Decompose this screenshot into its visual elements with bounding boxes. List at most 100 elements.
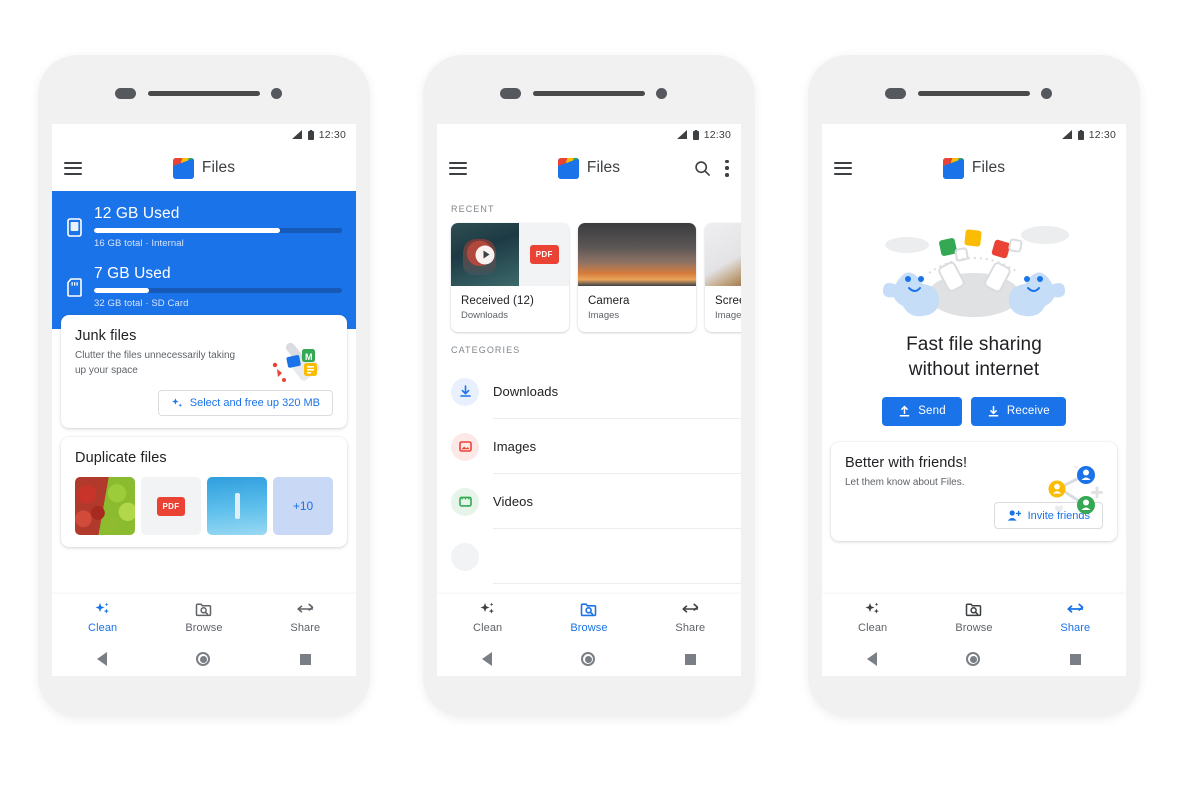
bottom-navigation-bar: Clean Browse Share: [437, 594, 741, 642]
back-triangle-icon[interactable]: [481, 652, 492, 666]
two-blobs-sharing-files-illustration: [883, 226, 1069, 317]
front-camera-icon: [656, 88, 667, 99]
app-title: Files: [586, 159, 621, 176]
signal-bars-icon: [676, 130, 687, 139]
play-icon: [475, 245, 495, 264]
recent-file-name: Camera: [588, 295, 630, 307]
front-camera-icon: [1041, 88, 1052, 99]
share-hero-buttons: Send Receive: [836, 396, 1112, 426]
status-bar: 12:30: [822, 124, 1126, 145]
duplicate-files-title: Duplicate files: [75, 450, 167, 466]
bottom-nav-item-clean[interactable]: Clean: [437, 594, 538, 642]
bottom-nav-label-browse: Browse: [570, 622, 608, 634]
share-hero-section: Fast file sharing without internet Send …: [822, 191, 1126, 426]
phone-2-top-bezel: [423, 55, 755, 124]
recents-square-icon[interactable]: [1070, 653, 1082, 665]
status-bar: 12:30: [52, 124, 356, 145]
select-and-free-up-button[interactable]: Select and free up 320 MB: [157, 390, 333, 416]
category-name: Videos: [493, 493, 534, 509]
category-row-downloads[interactable]: Downloads: [451, 364, 741, 419]
sunset-photo-thumb: [578, 223, 696, 286]
recent-file-card[interactable]: Screen Images: [705, 223, 741, 332]
pdf-badge: PDF: [529, 245, 559, 264]
categories-list: Downloads Images Videos: [437, 364, 741, 584]
category-name: Images: [493, 438, 537, 454]
duplicate-thumb-sky[interactable]: [207, 477, 267, 535]
recents-square-icon[interactable]: [685, 653, 697, 665]
front-camera-icon: [271, 88, 282, 99]
recent-file-card[interactable]: PDF Received (12) Downloads: [451, 223, 569, 332]
sparkle-icon: [479, 602, 496, 618]
files-app-logo-icon: [172, 157, 194, 179]
battery-icon: [692, 129, 699, 140]
more-vertical-icon[interactable]: [725, 159, 729, 177]
bottom-nav-label-share: Share: [1060, 622, 1091, 634]
status-bar-time: 12:30: [318, 128, 346, 141]
bottom-nav-item-clean[interactable]: Clean: [52, 594, 153, 642]
download-icon: [988, 405, 999, 417]
duplicate-thumb-pdf[interactable]: PDF: [141, 477, 201, 535]
home-circle-icon[interactable]: [581, 652, 596, 666]
hamburger-menu-icon[interactable]: [834, 161, 852, 175]
duplicate-thumb-apples[interactable]: [75, 477, 135, 535]
bottom-nav-label-share: Share: [290, 622, 321, 634]
speaker-grille: [918, 91, 1030, 96]
hamburger-menu-icon[interactable]: [64, 161, 82, 175]
category-row-videos[interactable]: Videos: [451, 474, 741, 529]
recent-file-card[interactable]: Camera Images: [578, 223, 696, 332]
phone-1-bottom-area: Clean Browse Share: [52, 594, 356, 676]
duplicate-thumb-more-count[interactable]: +10: [273, 477, 333, 535]
bottom-nav-item-share[interactable]: Share: [640, 594, 741, 642]
category-row-images[interactable]: Images: [451, 419, 741, 474]
bottom-nav-item-browse[interactable]: Browse: [153, 594, 254, 642]
sparkle-icon: [171, 398, 182, 407]
bottom-nav-item-browse[interactable]: Browse: [923, 594, 1024, 642]
recent-files-rail[interactable]: PDF Received (12) Downloads Camera Image…: [437, 223, 741, 332]
phone-1-top-bezel: [38, 55, 370, 124]
recent-file-name: Screen: [715, 295, 741, 307]
select-and-free-up-label: Select and free up 320 MB: [189, 397, 320, 409]
bottom-nav-label-clean: Clean: [858, 622, 888, 634]
bottom-nav-label-browse: Browse: [185, 622, 223, 634]
receive-button-label: Receive: [1006, 405, 1050, 418]
home-circle-icon[interactable]: [196, 652, 211, 666]
download-icon: [451, 377, 479, 406]
phone-device-1: 12:30 Files 12 GB Used 16 GB total · Int…: [38, 55, 370, 717]
storage-row-sdcard[interactable]: 7 GB Used 32 GB total · SD Card: [66, 265, 342, 309]
bottom-nav-item-clean[interactable]: Clean: [822, 594, 923, 642]
files-app-logo-icon: [557, 157, 579, 179]
search-icon[interactable]: [694, 160, 711, 177]
better-with-friends-card[interactable]: Better with friends! Let them know about…: [831, 441, 1117, 542]
earpiece-speaker-icon: [885, 88, 906, 99]
sparkle-icon: [94, 602, 111, 618]
back-triangle-icon[interactable]: [866, 652, 877, 666]
share-arrows-icon: [296, 602, 315, 618]
phone-1-screen: 12:30 Files 12 GB Used 16 GB total · Int…: [52, 124, 356, 676]
duplicate-files-card[interactable]: Duplicate files PDF +10: [61, 437, 347, 547]
bottom-nav-label-browse: Browse: [955, 622, 993, 634]
storage-row-internal[interactable]: 12 GB Used 16 GB total · Internal: [66, 205, 342, 249]
audio-icon: [451, 542, 479, 571]
bottom-nav-item-share[interactable]: Share: [1025, 594, 1126, 642]
recents-square-icon[interactable]: [300, 653, 312, 665]
back-triangle-icon[interactable]: [96, 652, 107, 666]
bottom-nav-item-share[interactable]: Share: [255, 594, 356, 642]
svg-text:M: M: [305, 352, 313, 362]
signal-bars-icon: [1061, 130, 1072, 139]
category-row-partial[interactable]: [451, 529, 741, 584]
receive-button[interactable]: Receive: [970, 396, 1066, 426]
image-icon: [451, 432, 479, 461]
recent-file-location: Images: [588, 310, 620, 321]
junk-files-description: Clutter the files unnecessarily taking u…: [75, 350, 236, 376]
storage-progress-bar: [94, 228, 342, 233]
storage-title: 7 GB Used: [94, 265, 171, 282]
app-title: Files: [971, 159, 1006, 176]
bottom-nav-item-browse[interactable]: Browse: [538, 594, 639, 642]
send-button[interactable]: Send: [882, 396, 962, 426]
person-add-icon: [1007, 510, 1021, 521]
junk-files-card[interactable]: Junk files Clutter the files unnecessari…: [61, 315, 347, 428]
home-circle-icon[interactable]: [966, 652, 981, 666]
hamburger-menu-icon[interactable]: [449, 161, 467, 175]
signal-bars-icon: [291, 130, 302, 139]
android-system-nav-bar: [437, 642, 741, 676]
